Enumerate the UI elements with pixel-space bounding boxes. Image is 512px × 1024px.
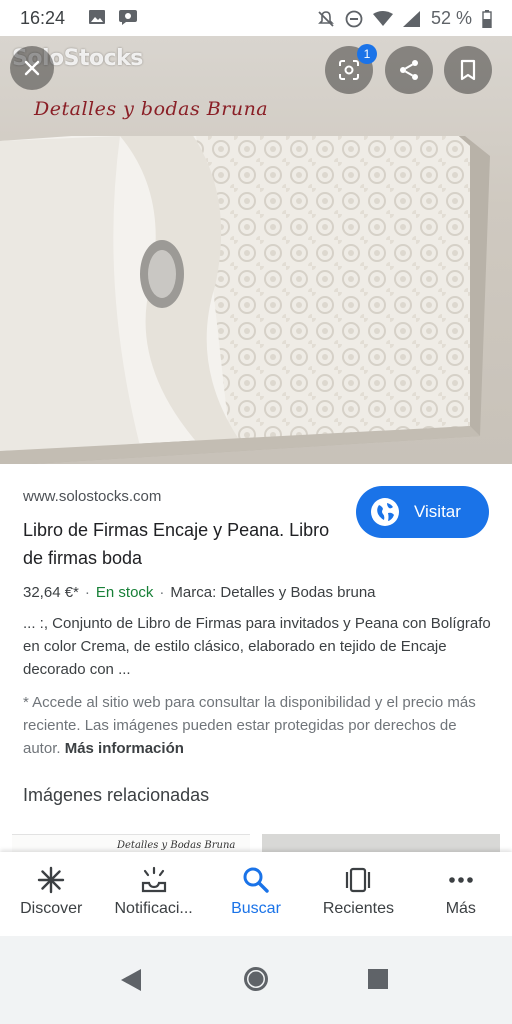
visit-button[interactable]: Visitar [356,486,489,538]
mute-icon [317,10,335,28]
bottom-nav: Discover Notificaci... Buscar Recientes … [0,852,512,936]
wifi-icon [372,10,393,27]
close-icon [24,60,40,76]
result-title[interactable]: Libro de Firmas Encaje y Peana. Libro de… [23,516,343,572]
globe-icon [371,498,399,526]
close-button[interactable] [10,46,54,90]
status-bar: 16:24 52 % [0,0,512,36]
recents-icon [346,867,371,893]
notifications-icon [141,866,166,893]
message-icon [118,8,138,26]
separator-dot: · [84,584,90,601]
back-icon[interactable] [120,968,142,992]
result-image[interactable]: Detalles y bodas Bruna SoloStocks 1 [0,36,512,464]
battery-percent: 52 % [430,8,472,28]
stock-status: En stock [95,584,154,601]
nav-label: Notificaci... [114,900,193,917]
bookmark-icon [460,59,476,81]
nav-notifications[interactable]: Notificaci... [102,852,204,936]
nav-discover[interactable]: Discover [0,852,102,936]
thumb-caption: Detalles y Bodas Bruna [117,840,236,851]
lens-badge: 1 [357,44,377,64]
search-icon [243,867,269,893]
site-url[interactable]: www.solostocks.com [23,488,161,505]
share-icon [400,60,418,80]
nav-label: Recientes [322,900,394,917]
status-time: 16:24 [20,8,66,28]
lens-icon [339,60,359,80]
nav-label: Buscar [231,900,281,917]
description: ... :, Conjunto de Libro de Firmas para … [23,615,491,678]
visit-label: Visitar [414,502,461,521]
share-button[interactable] [385,46,433,94]
nav-search[interactable]: Buscar [205,852,307,936]
related-images-heading: Imágenes relacionadas [23,785,210,805]
image-caption: Detalles y bodas Bruna [34,98,269,120]
gallery-icon [88,8,106,26]
signal-icon [402,10,421,27]
do-not-disturb-icon [345,10,363,28]
home-icon[interactable] [242,965,270,993]
price: 32,64 €* [23,584,79,601]
product-meta: 32,64 €* · En stock · Marca: Detalles y Boda… [23,584,376,601]
copyright-notice: * Accede al sitio web para consultar la … [23,691,493,760]
guest-book-image [0,136,490,464]
status-left-icons [88,8,138,26]
more-info-link[interactable]: Más información [65,740,184,757]
nav-label: Discover [20,900,83,917]
system-nav-bar [0,936,512,1024]
nav-more[interactable]: Más [410,852,512,936]
nav-label: Más [445,900,476,917]
bookmark-button[interactable] [444,46,492,94]
brand: Marca: Detalles y Bodas bruna [170,584,376,601]
recent-apps-icon[interactable] [367,968,389,990]
more-icon [449,877,473,883]
battery-icon [482,9,492,28]
asterisk-icon [38,866,65,894]
nav-recents[interactable]: Recientes [307,852,409,936]
separator-dot: · [159,584,165,601]
status-right: 52 % [317,8,492,29]
